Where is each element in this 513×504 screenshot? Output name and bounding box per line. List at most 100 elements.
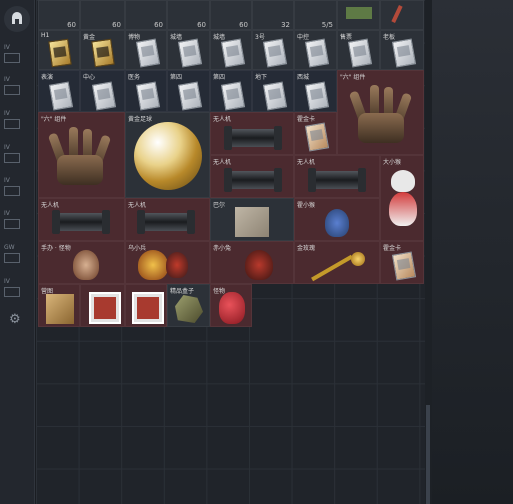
item-figure-1[interactable]: 手办 · 怪物 bbox=[38, 241, 125, 284]
item-h2[interactable]: 黄金 bbox=[80, 30, 125, 70]
tab-2[interactable]: IV bbox=[4, 76, 32, 104]
item-b1[interactable]: 营图 bbox=[38, 284, 80, 327]
card-icon bbox=[304, 122, 330, 152]
figure-icon bbox=[325, 209, 349, 237]
item-r2b[interactable]: 中心 bbox=[80, 70, 125, 112]
item-card-r3[interactable]: 霍金卡 bbox=[294, 112, 337, 155]
keycard-icon bbox=[304, 81, 330, 111]
tab-7[interactable]: GW bbox=[4, 244, 32, 272]
item-r2a[interactable]: 表演 bbox=[38, 70, 80, 112]
football-icon bbox=[134, 122, 202, 190]
item-silencer-2[interactable]: 无人机 bbox=[210, 155, 294, 198]
tab-5[interactable]: IV bbox=[4, 177, 32, 205]
keycard-icon bbox=[347, 38, 373, 68]
silencer-icon bbox=[224, 126, 282, 150]
item-h5[interactable]: 城墙 bbox=[210, 30, 252, 70]
tab-box-icon bbox=[4, 153, 20, 163]
item-figure-2[interactable]: 乌小兵 bbox=[125, 241, 210, 284]
keycard-icon bbox=[262, 81, 288, 111]
tab-8[interactable]: IV bbox=[4, 278, 32, 306]
figure-icon bbox=[245, 250, 273, 280]
tab-box-icon bbox=[4, 119, 20, 129]
gold-card-icon bbox=[48, 38, 72, 68]
item-b5[interactable]: 怪物 bbox=[210, 284, 252, 327]
keycard-icon bbox=[135, 81, 161, 111]
item-top-6[interactable]: 32 bbox=[252, 0, 294, 30]
item-gold-card[interactable]: 霍金卡 bbox=[380, 241, 424, 284]
settings-gear-icon[interactable]: ⚙ bbox=[9, 312, 21, 327]
keycard-icon bbox=[135, 38, 161, 68]
mask-icon bbox=[219, 292, 245, 324]
item-h6[interactable]: 3号 bbox=[252, 30, 294, 70]
item-figure-blue[interactable]: 霍小猴 bbox=[294, 198, 380, 241]
item-b2[interactable] bbox=[80, 284, 125, 327]
item-h4[interactable]: 城墙 bbox=[167, 30, 210, 70]
item-silencer-1[interactable]: 无人机 bbox=[210, 112, 294, 155]
figure-body-icon bbox=[389, 192, 417, 226]
item-top-9[interactable] bbox=[380, 0, 424, 30]
item-r2c[interactable]: 医务 bbox=[125, 70, 167, 112]
hand-icon bbox=[348, 85, 413, 151]
silencer-icon bbox=[137, 210, 195, 234]
item-silencer-4[interactable]: 无人机 bbox=[38, 198, 125, 241]
item-top-7[interactable]: 5/5 bbox=[294, 0, 337, 30]
item-r2f[interactable]: 地下 bbox=[252, 70, 294, 112]
tab-3[interactable]: IV bbox=[4, 110, 32, 138]
item-gold-rose[interactable]: 金玫瑰 bbox=[294, 241, 380, 284]
figure-icon bbox=[166, 252, 188, 278]
item-h9[interactable]: 老板 bbox=[380, 30, 424, 70]
map-icon bbox=[235, 207, 269, 237]
item-r2e[interactable]: 第四 bbox=[210, 70, 252, 112]
tab-6[interactable]: IV bbox=[4, 210, 32, 238]
keycard-icon bbox=[177, 38, 203, 68]
item-hand-1[interactable]: "六" 组件 bbox=[337, 70, 424, 155]
rock-icon bbox=[175, 295, 203, 323]
item-gold-football[interactable]: 黄金足球 bbox=[125, 112, 210, 198]
item-top-4[interactable]: 60 bbox=[167, 0, 210, 30]
keycard-icon bbox=[177, 81, 203, 111]
item-h1[interactable]: H1 bbox=[38, 30, 80, 70]
item-r2d[interactable]: 第四 bbox=[167, 70, 210, 112]
item-silencer-5[interactable]: 无人机 bbox=[125, 198, 210, 241]
item-top-3[interactable]: 60 bbox=[125, 0, 167, 30]
figure-icon bbox=[138, 250, 168, 280]
tab-1[interactable]: IV bbox=[4, 44, 32, 72]
keycard-icon bbox=[391, 38, 417, 68]
gold-card-icon bbox=[91, 38, 115, 68]
item-figure-dad[interactable]: 大小猴 bbox=[380, 155, 424, 241]
stash-icon[interactable] bbox=[4, 6, 30, 32]
keycard-icon bbox=[304, 38, 330, 68]
photo-icon bbox=[132, 292, 164, 324]
item-b4[interactable]: 精品盒子 bbox=[167, 284, 210, 327]
item-r2g[interactable]: 西城 bbox=[294, 70, 337, 112]
tab-box-icon bbox=[4, 219, 20, 229]
item-h3[interactable]: 博物 bbox=[125, 30, 167, 70]
item-h8[interactable]: 售票 bbox=[337, 30, 380, 70]
rose-stem-icon bbox=[311, 254, 353, 282]
item-h7[interactable]: 中控 bbox=[294, 30, 337, 70]
keycard-icon bbox=[91, 81, 117, 111]
keycard-icon bbox=[220, 81, 246, 111]
paper-icon bbox=[46, 294, 74, 324]
keycard-icon bbox=[262, 38, 288, 68]
item-top-5[interactable]: 60 bbox=[210, 0, 252, 30]
scrollbar-thumb[interactable] bbox=[426, 405, 430, 504]
card-icon bbox=[391, 251, 417, 281]
keycard-icon bbox=[220, 38, 246, 68]
item-silencer-3[interactable]: 无人机 bbox=[294, 155, 380, 198]
tab-box-icon bbox=[4, 85, 20, 95]
tab-box-icon bbox=[4, 287, 20, 297]
silencer-icon bbox=[52, 210, 110, 234]
item-hand-2[interactable]: "六" 组件 bbox=[38, 112, 125, 198]
item-map[interactable]: 巴尔 bbox=[210, 198, 294, 241]
item-top-1[interactable]: 60 bbox=[38, 0, 80, 30]
tab-4[interactable]: IV bbox=[4, 144, 32, 172]
item-top-2[interactable]: 60 bbox=[80, 0, 125, 30]
hand-icon bbox=[47, 127, 113, 193]
keycard-icon bbox=[48, 81, 74, 111]
silencer-icon bbox=[224, 168, 282, 192]
item-top-8[interactable] bbox=[337, 0, 380, 30]
item-b3[interactable] bbox=[125, 284, 167, 327]
item-figure-3[interactable]: 赤小兔 bbox=[210, 241, 294, 284]
left-sidebar: IV IV IV IV IV IV GW IV ⚙ bbox=[0, 0, 35, 504]
